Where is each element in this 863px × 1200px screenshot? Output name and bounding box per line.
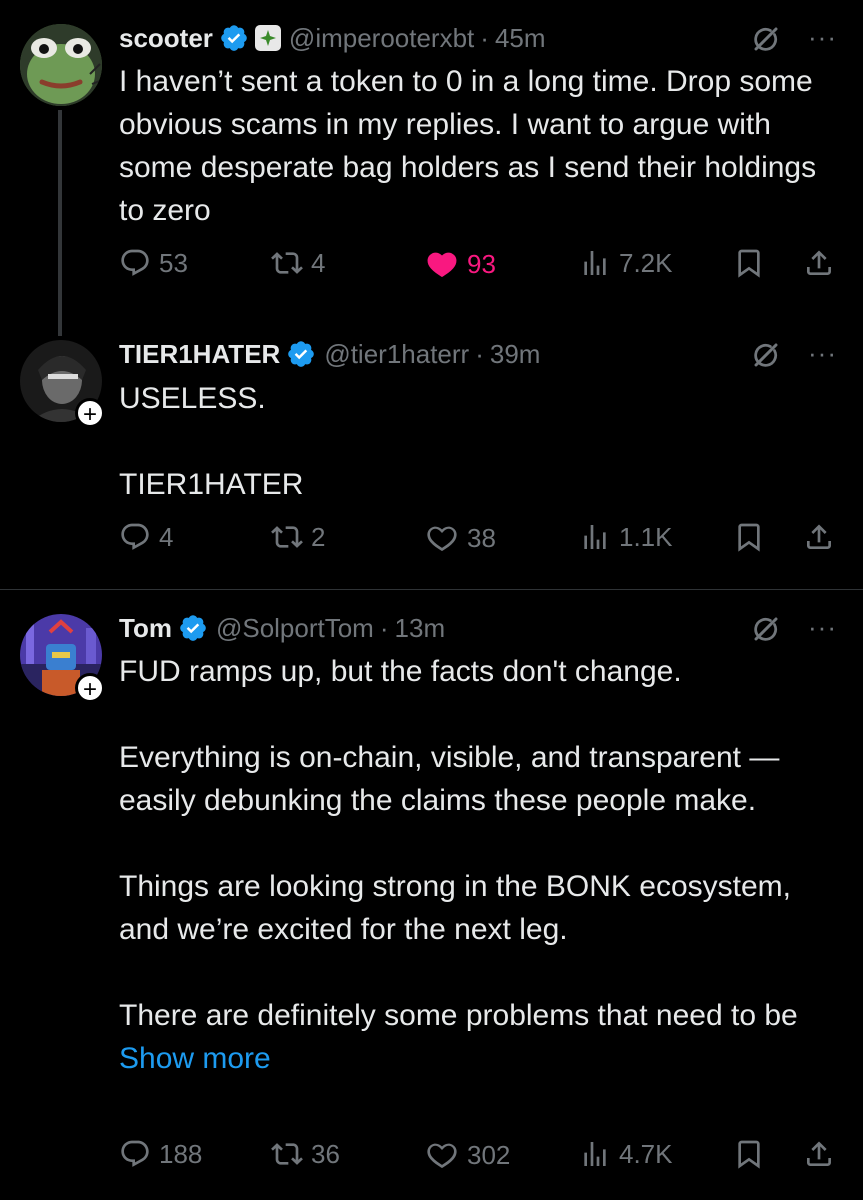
like-count: 302 xyxy=(467,1139,511,1170)
reply-count: 188 xyxy=(159,1138,203,1169)
verified-badge-icon[interactable] xyxy=(178,613,208,643)
bookmark-icon xyxy=(733,1138,765,1170)
separator-dot: · xyxy=(379,612,389,643)
handle[interactable]: @SolportTom xyxy=(216,613,374,644)
repost-icon xyxy=(271,1138,303,1170)
bookmark-button[interactable] xyxy=(733,1138,765,1170)
reply-icon xyxy=(119,1138,151,1170)
more-icon[interactable]: ··· xyxy=(808,612,837,643)
tweet-header: Tom @SolportTom · 13m xyxy=(119,610,445,646)
like-button[interactable]: 302 xyxy=(425,1138,510,1172)
tweet-body: FUD ramps up, but the facts don't change… xyxy=(119,655,798,1032)
follow-plus-icon[interactable]: + xyxy=(75,673,105,703)
share-button[interactable] xyxy=(803,1138,835,1170)
grok-icon[interactable] xyxy=(751,614,781,644)
share-icon xyxy=(803,1138,835,1170)
repost-count: 36 xyxy=(311,1138,340,1169)
views-count: 4.7K xyxy=(619,1138,673,1169)
timestamp[interactable]: 13m xyxy=(395,613,446,644)
show-more-link[interactable]: Show more xyxy=(119,1042,271,1075)
display-name[interactable]: Tom xyxy=(119,613,172,644)
tweet-tom[interactable]: + Tom @SolportTom · 13m ··· FUD ramps up… xyxy=(0,0,863,1200)
action-bar: 188 36 302 4.7K xyxy=(119,1138,839,1178)
repost-button[interactable]: 36 xyxy=(271,1138,340,1170)
tweet-text: FUD ramps up, but the facts don't change… xyxy=(119,650,839,1120)
views-icon xyxy=(579,1138,611,1170)
reply-button[interactable]: 188 xyxy=(119,1138,202,1170)
like-icon xyxy=(425,1138,459,1172)
views-button[interactable]: 4.7K xyxy=(579,1138,673,1170)
